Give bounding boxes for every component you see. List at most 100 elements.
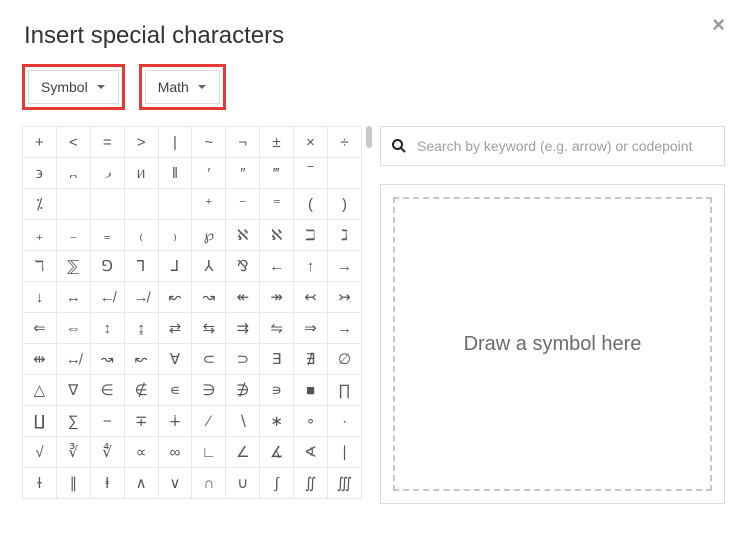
char-cell[interactable]: ∐ xyxy=(23,406,57,437)
char-cell[interactable] xyxy=(56,189,90,220)
char-cell[interactable]: √ xyxy=(23,437,57,468)
char-cell[interactable]: ↝ xyxy=(192,282,226,313)
char-cell[interactable]: ∭ xyxy=(327,468,361,499)
char-cell[interactable]: ⁒ xyxy=(23,189,57,220)
char-cell[interactable]: ∈ xyxy=(90,375,124,406)
char-cell[interactable]: + xyxy=(23,127,57,158)
char-cell[interactable]: ↮ xyxy=(56,344,90,375)
char-cell[interactable]: ∠ xyxy=(226,437,260,468)
char-cell[interactable]: ⅂ xyxy=(124,251,158,282)
char-cell[interactable]: ⁼ xyxy=(260,189,294,220)
char-cell[interactable]: ↚ xyxy=(90,282,124,313)
char-cell[interactable]: | xyxy=(158,127,192,158)
char-cell[interactable] xyxy=(124,189,158,220)
char-cell[interactable]: ⇋ xyxy=(260,313,294,344)
char-cell[interactable]: ‾ xyxy=(294,158,328,189)
char-cell[interactable]: ∥ xyxy=(56,468,90,499)
char-cell[interactable]: ~ xyxy=(192,127,226,158)
char-cell[interactable]: ⁺ xyxy=(192,189,226,220)
char-cell[interactable]: ℵ xyxy=(260,220,294,251)
char-cell[interactable]: ‖ xyxy=(158,158,192,189)
char-cell[interactable]: ⅁ xyxy=(90,251,124,282)
char-cell[interactable]: ⅀ xyxy=(56,251,90,282)
category-dropdown[interactable]: Symbol xyxy=(28,70,119,104)
char-cell[interactable]: ∋ xyxy=(192,375,226,406)
char-cell[interactable]: ⊂ xyxy=(192,344,226,375)
char-cell[interactable] xyxy=(327,158,361,189)
char-cell[interactable]: ∬ xyxy=(294,468,328,499)
char-cell[interactable]: ↜ xyxy=(158,282,192,313)
char-cell[interactable]: ″ xyxy=(226,158,260,189)
char-cell[interactable]: ⱡ xyxy=(90,468,124,499)
char-cell[interactable]: ⅋ xyxy=(226,251,260,282)
char-cell[interactable]: ∛ xyxy=(56,437,90,468)
draw-canvas[interactable]: Draw a symbol here xyxy=(393,197,712,491)
char-cell[interactable]: ∧ xyxy=(124,468,158,499)
char-cell[interactable]: ↕ xyxy=(90,313,124,344)
char-cell[interactable]: ℵ xyxy=(226,220,260,251)
char-cell[interactable]: ∞ xyxy=(158,437,192,468)
char-cell[interactable]: ± xyxy=(260,127,294,158)
search-input[interactable] xyxy=(415,137,714,155)
char-cell[interactable]: ∘ xyxy=(294,406,328,437)
char-cell[interactable]: ∄ xyxy=(294,344,328,375)
char-cell[interactable] xyxy=(90,189,124,220)
char-cell[interactable]: ∃ xyxy=(260,344,294,375)
char-cell[interactable]: ( xyxy=(294,189,328,220)
char-cell[interactable] xyxy=(158,189,192,220)
char-cell[interactable]: > xyxy=(124,127,158,158)
char-cell[interactable]: ⅄ xyxy=(192,251,226,282)
char-cell[interactable]: × xyxy=(294,127,328,158)
char-cell[interactable]: ∙ xyxy=(327,406,361,437)
char-cell[interactable]: ∊ xyxy=(158,375,192,406)
char-cell[interactable]: ↠ xyxy=(260,282,294,313)
char-cell[interactable]: ↞ xyxy=(226,282,260,313)
char-cell[interactable]: ᥢ xyxy=(124,158,158,189)
char-cell[interactable]: ∇ xyxy=(56,375,90,406)
char-cell[interactable]: ℶ xyxy=(294,220,328,251)
char-cell[interactable]: ⇄ xyxy=(158,313,192,344)
char-cell[interactable]: ↑ xyxy=(294,251,328,282)
char-cell[interactable]: ⊃ xyxy=(226,344,260,375)
char-cell[interactable]: ∣ xyxy=(327,437,361,468)
char-cell[interactable]: ↣ xyxy=(327,282,361,313)
char-cell[interactable]: ₋ xyxy=(56,220,90,251)
char-cell[interactable]: ↛ xyxy=(124,282,158,313)
char-cell[interactable]: △ xyxy=(23,375,57,406)
char-cell[interactable]: ℘ xyxy=(192,220,226,251)
char-cell[interactable]: ∝ xyxy=(124,437,158,468)
char-cell[interactable]: ∌ xyxy=(226,375,260,406)
char-cell[interactable]: ∢ xyxy=(294,437,328,468)
char-cell[interactable]: ∗ xyxy=(260,406,294,437)
char-cell[interactable]: ∕ xyxy=(192,406,226,437)
char-cell[interactable]: ∩ xyxy=(192,468,226,499)
char-cell[interactable]: ↨ xyxy=(124,313,158,344)
char-cell[interactable]: ϶ xyxy=(23,158,57,189)
char-cell[interactable]: ⇉ xyxy=(226,313,260,344)
char-cell[interactable]: ¬ xyxy=(226,127,260,158)
char-cell[interactable]: ∜ xyxy=(90,437,124,468)
char-cell[interactable]: ∔ xyxy=(158,406,192,437)
char-cell[interactable]: ∨ xyxy=(158,468,192,499)
char-cell[interactable]: ℷ xyxy=(327,220,361,251)
char-cell[interactable]: ∏ xyxy=(327,375,361,406)
char-cell[interactable]: ∖ xyxy=(226,406,260,437)
char-cell[interactable]: ₍ xyxy=(124,220,158,251)
char-cell[interactable]: = xyxy=(90,127,124,158)
subcategory-dropdown[interactable]: Math xyxy=(145,70,220,104)
close-icon[interactable]: × xyxy=(712,12,725,38)
char-cell[interactable]: ⇒ xyxy=(294,313,328,344)
char-cell[interactable]: ↢ xyxy=(294,282,328,313)
char-cell[interactable]: ⇐ xyxy=(23,313,57,344)
char-cell[interactable]: ₊ xyxy=(23,220,57,251)
char-cell[interactable]: ↝ xyxy=(90,344,124,375)
char-cell[interactable]: ₎ xyxy=(158,220,192,251)
char-cell[interactable]: ⅃ xyxy=(158,251,192,282)
char-cell[interactable]: − xyxy=(90,406,124,437)
char-cell[interactable]: ∓ xyxy=(124,406,158,437)
char-cell[interactable]: ↓ xyxy=(23,282,57,313)
char-cell[interactable]: → xyxy=(327,313,361,344)
char-cell[interactable]: ) xyxy=(327,189,361,220)
char-cell[interactable]: ∉ xyxy=(124,375,158,406)
char-cell[interactable]: ↜ xyxy=(124,344,158,375)
